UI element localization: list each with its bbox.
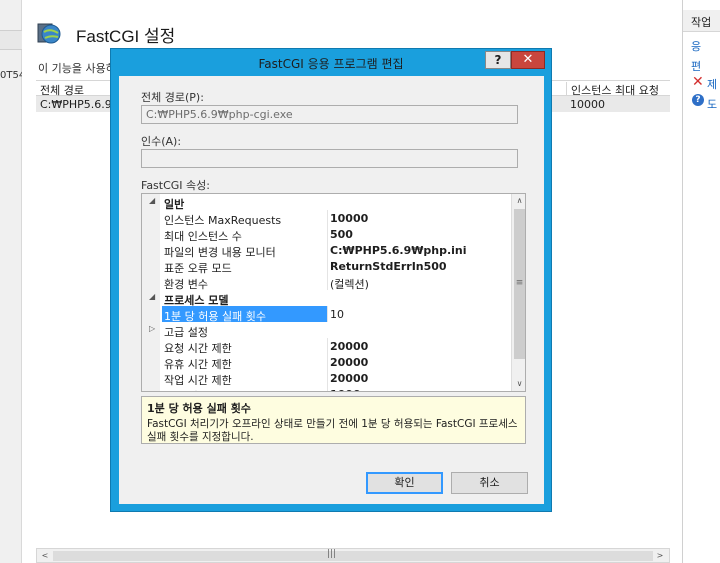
- property-row[interactable]: 최대 인스턴스 수 500: [142, 226, 511, 243]
- property-row-gutter: [142, 258, 160, 274]
- property-row[interactable]: 1분 당 허용 실패 횟수 10: [142, 306, 511, 323]
- action-item-add[interactable]: 응: [691, 38, 701, 54]
- dialog-client: 전체 경로(P): C:₩PHP5.6.9₩php-cgi.exe 인수(A):…: [119, 76, 544, 504]
- column-header-max-requests[interactable]: 인스턴스 최대 요청 수: [566, 82, 670, 113]
- arguments-field[interactable]: [141, 149, 518, 168]
- description-title: 1분 당 허용 실패 횟수: [147, 402, 251, 415]
- vertical-scrollbar[interactable]: ∧ ≡ ∨: [511, 194, 525, 391]
- property-row-gutter: [142, 242, 160, 258]
- column-divider: [327, 338, 328, 354]
- property-value[interactable]: 1000: [330, 388, 361, 391]
- description-text: FastCGI 처리기가 오프라인 상태로 만들기 전에 1분 당 허용되는 F…: [147, 418, 518, 443]
- cancel-button[interactable]: 취소: [451, 472, 528, 494]
- property-value[interactable]: 10000: [330, 212, 368, 225]
- property-value[interactable]: 20000: [330, 340, 368, 353]
- scroll-grip-icon: |||: [327, 549, 337, 559]
- connections-panel: 0T54: [0, 0, 25, 563]
- arguments-label: 인수(A):: [141, 135, 182, 148]
- action-item-edit[interactable]: 편: [691, 58, 701, 74]
- fastcgi-globe-icon: [37, 23, 61, 44]
- edit-fastcgi-dialog: FastCGI 응용 프로그램 편집 ? ✕ 전체 경로(P): C:₩PHP5…: [110, 48, 552, 512]
- scroll-thumb[interactable]: [53, 551, 653, 561]
- property-value[interactable]: 20000: [330, 356, 368, 369]
- collapse-icon[interactable]: ◢: [149, 196, 155, 205]
- column-divider: [327, 354, 328, 370]
- column-divider: [327, 386, 328, 391]
- property-row[interactable]: 파일의 변경 내용 모니터 C:₩PHP5.6.9₩php.ini: [142, 242, 511, 259]
- action-item-remove[interactable]: 제: [707, 76, 717, 92]
- page-title: FastCGI 설정: [76, 27, 176, 46]
- property-row[interactable]: 큐 길이 1000: [142, 386, 511, 391]
- column-divider: [327, 258, 328, 274]
- ok-button[interactable]: 확인: [366, 472, 443, 494]
- intro-text: 이 기능을 사용하: [38, 62, 116, 75]
- property-grid[interactable]: ◢ 일반 인스턴스 MaxRequests 10000 최대 인스턴스 수 500 파일의 …: [141, 193, 526, 392]
- property-row-gutter: [142, 210, 160, 226]
- scroll-up-icon[interactable]: ∧: [512, 194, 525, 208]
- column-divider: [327, 274, 328, 290]
- property-row[interactable]: 표준 오류 모드 ReturnStdErrIn500: [142, 258, 511, 275]
- property-category[interactable]: ◢ 일반: [142, 194, 511, 211]
- property-value[interactable]: 20000: [330, 372, 368, 385]
- column-divider: [327, 370, 328, 386]
- property-value[interactable]: 500: [330, 228, 353, 241]
- horizontal-scrollbar[interactable]: < ||| >: [36, 548, 670, 563]
- full-path-field[interactable]: C:₩PHP5.6.9₩php-cgi.exe: [141, 105, 518, 124]
- scroll-left-icon[interactable]: <: [38, 550, 52, 562]
- property-row[interactable]: 요청 시간 제한 20000: [142, 338, 511, 355]
- column-divider: [327, 226, 328, 242]
- cell-max-requests: 10000: [570, 98, 605, 111]
- action-item-help[interactable]: 도: [707, 96, 717, 112]
- remove-icon[interactable]: ✕: [692, 74, 704, 90]
- property-value[interactable]: C:₩PHP5.6.9₩php.ini: [330, 244, 467, 257]
- connections-header: [0, 30, 22, 50]
- property-row-gutter: [142, 306, 160, 322]
- property-row-gutter: [142, 370, 160, 386]
- property-row-gutter: [142, 274, 160, 290]
- property-row[interactable]: 환경 변수 (컬렉션): [142, 274, 511, 291]
- full-path-label: 전체 경로(P):: [141, 91, 204, 104]
- column-divider: [327, 242, 328, 258]
- property-value[interactable]: 10: [330, 308, 344, 321]
- help-button[interactable]: ?: [485, 51, 511, 69]
- property-value[interactable]: ReturnStdErrIn500: [330, 260, 447, 273]
- property-category[interactable]: ▷ 고급 설정: [142, 322, 511, 339]
- fastcgi-properties-label: FastCGI 속성:: [141, 179, 210, 192]
- property-row-gutter: [142, 386, 160, 391]
- property-row-gutter: [142, 226, 160, 242]
- property-row[interactable]: 인스턴스 MaxRequests 10000: [142, 210, 511, 227]
- scroll-down-icon[interactable]: ∨: [512, 377, 525, 391]
- collapse-icon[interactable]: ◢: [149, 292, 155, 301]
- property-category[interactable]: ◢ 프로세스 모델: [142, 290, 511, 307]
- column-divider: [327, 306, 328, 322]
- property-row-gutter: [142, 354, 160, 370]
- property-row[interactable]: 작업 시간 제한 20000: [142, 370, 511, 387]
- scroll-grip-icon: ≡: [515, 278, 524, 288]
- help-icon[interactable]: ?: [692, 94, 704, 106]
- close-button[interactable]: ✕: [511, 51, 545, 69]
- property-row[interactable]: 유휴 시간 제한 20000: [142, 354, 511, 371]
- expand-icon[interactable]: ▷: [149, 324, 155, 333]
- property-description: 1분 당 허용 실패 횟수 FastCGI 처리기가 오프라인 상태로 만들기 …: [141, 396, 526, 444]
- property-row-gutter: [142, 338, 160, 354]
- scroll-right-icon[interactable]: >: [653, 550, 667, 562]
- property-name: 큐 길이: [164, 388, 198, 391]
- column-divider: [327, 210, 328, 226]
- actions-header: 작업: [683, 10, 720, 32]
